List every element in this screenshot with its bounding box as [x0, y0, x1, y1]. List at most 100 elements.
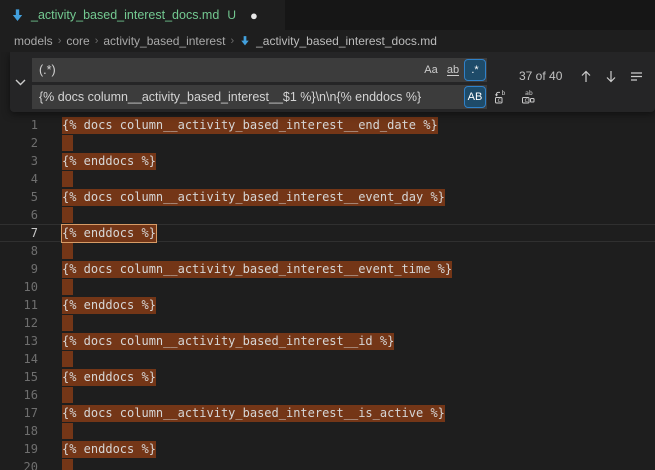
code-line[interactable]: 19 {% enddocs %}	[0, 440, 655, 458]
toggle-replace-button[interactable]	[10, 52, 30, 112]
find-nav-buttons	[576, 66, 655, 86]
line-number[interactable]: 4	[0, 172, 48, 186]
replace-options: AB	[465, 87, 485, 107]
match-highlight-text: {% docs column__activity_based_interest_…	[62, 189, 445, 206]
line-number[interactable]: 10	[0, 280, 48, 294]
selection-lines-icon	[630, 71, 643, 82]
empty-match-highlight	[62, 423, 73, 439]
code-line[interactable]: 8	[0, 242, 655, 260]
code-line[interactable]: 3 {% enddocs %}	[0, 152, 655, 170]
line-number[interactable]: 3	[0, 154, 48, 168]
markdown-file-icon	[10, 8, 25, 23]
replace-all-button[interactable]: ab c	[517, 86, 539, 108]
line-number[interactable]: 1	[0, 118, 48, 132]
replace-input-box: AB	[32, 85, 487, 109]
regex-toggle[interactable]: .*	[465, 60, 485, 80]
match-count: 37 of 40	[519, 64, 562, 88]
breadcrumb-markdown-icon	[239, 35, 251, 47]
code-line[interactable]: 1 {% docs column__activity_based_interest…	[0, 116, 655, 134]
empty-match-highlight	[62, 459, 73, 470]
line-number[interactable]: 6	[0, 208, 48, 222]
empty-match-highlight	[62, 207, 73, 223]
close-find-button[interactable]	[651, 66, 655, 86]
arrow-down-icon	[605, 70, 617, 83]
line-number[interactable]: 12	[0, 316, 48, 330]
code-line[interactable]: 2	[0, 134, 655, 152]
match-highlight-text: {% docs column__activity_based_interest_…	[62, 261, 452, 278]
code-line[interactable]: 6	[0, 206, 655, 224]
tab-filename: _activity_based_interest_docs.md	[31, 8, 219, 22]
line-number[interactable]: 7	[0, 226, 48, 240]
match-highlight-text: {% enddocs %}	[62, 153, 156, 170]
line-number[interactable]: 16	[0, 388, 48, 402]
code-line[interactable]: 11{% enddocs %}	[0, 296, 655, 314]
empty-match-highlight	[62, 243, 73, 259]
previous-match-button[interactable]	[576, 66, 596, 86]
match-case-toggle[interactable]: Aa	[421, 60, 441, 80]
code-line[interactable]: 18	[0, 422, 655, 440]
replace-row: AB	[32, 85, 487, 109]
line-number[interactable]: 8	[0, 244, 48, 258]
tab-bar: _activity_based_interest_docs.md U ●	[0, 0, 655, 30]
breadcrumb-separator: ›	[230, 35, 234, 47]
code-line[interactable]: 16	[0, 386, 655, 404]
chevron-down-icon	[15, 79, 26, 86]
code-line[interactable]: 5 {% docs column__activity_based_interest…	[0, 188, 655, 206]
breadcrumb-item-core[interactable]: core	[66, 34, 89, 48]
svg-text:b: b	[502, 89, 506, 97]
find-options: Aa ab .*	[421, 60, 485, 80]
code-line[interactable]: 10	[0, 278, 655, 296]
find-input[interactable]	[32, 58, 487, 82]
line-number[interactable]: 14	[0, 352, 48, 366]
code-line[interactable]: 4	[0, 170, 655, 188]
preserve-case-toggle[interactable]: AB	[465, 87, 485, 107]
match-highlight-text: {% enddocs %}	[62, 441, 156, 458]
replace-icon: b c	[492, 89, 508, 105]
breadcrumb-separator: ›	[95, 35, 99, 47]
empty-match-highlight	[62, 279, 73, 295]
breadcrumb-item-models[interactable]: models	[14, 34, 53, 48]
replace-all-icon: ab c	[520, 89, 536, 105]
line-number[interactable]: 11	[0, 298, 48, 312]
code-line[interactable]: 17 {% docs column__activity_based_interes…	[0, 404, 655, 422]
line-number[interactable]: 2	[0, 136, 48, 150]
empty-match-highlight	[62, 171, 73, 187]
code-line[interactable]: 14	[0, 350, 655, 368]
match-highlight-text: {% docs column__activity_based_interest_…	[62, 405, 445, 422]
svg-text:c: c	[497, 96, 501, 104]
find-in-selection-button[interactable]	[626, 66, 646, 86]
line-number[interactable]: 13	[0, 334, 48, 348]
replace-input[interactable]	[32, 85, 487, 109]
line-number[interactable]: 18	[0, 424, 48, 438]
line-number[interactable]: 17	[0, 406, 48, 420]
empty-match-highlight	[62, 135, 73, 151]
match-highlight-text: {% enddocs %}	[62, 369, 156, 386]
code-line[interactable]: 13{% docs column__activity_based_interes…	[0, 332, 655, 350]
editor-pane: Aa ab .* 37 of 40	[0, 52, 655, 470]
code-line[interactable]: 7 {% enddocs %}	[0, 224, 655, 242]
editor-tab[interactable]: _activity_based_interest_docs.md U ●	[0, 0, 285, 30]
line-number[interactable]: 19	[0, 442, 48, 456]
code-line[interactable]: 9 {% docs column__activity_based_interest…	[0, 260, 655, 278]
line-number[interactable]: 9	[0, 262, 48, 276]
modified-dot-icon[interactable]: ●	[250, 9, 258, 22]
line-number[interactable]: 15	[0, 370, 48, 384]
code-line[interactable]: 20	[0, 458, 655, 470]
code-line[interactable]: 15 {% enddocs %}	[0, 368, 655, 386]
find-row: Aa ab .* 37 of 40	[32, 58, 487, 82]
preserve-case-icon: AB	[468, 91, 483, 103]
code-area: 1 {% docs column__activity_based_interest…	[0, 52, 655, 470]
find-replace-widget: Aa ab .* 37 of 40	[10, 52, 655, 112]
breadcrumb-item-activity_based_interest[interactable]: activity_based_interest	[103, 34, 225, 48]
match-highlight-text: {% enddocs %}	[62, 225, 156, 242]
code-line[interactable]: 12	[0, 314, 655, 332]
svg-text:c: c	[524, 96, 528, 104]
match-highlight-text: {% docs column__activity_based_interest_…	[62, 117, 438, 134]
regex-icon: .*	[471, 64, 478, 76]
breadcrumb-file[interactable]: _activity_based_interest_docs.md	[256, 34, 437, 48]
replace-button[interactable]: b c	[489, 86, 511, 108]
line-number[interactable]: 5	[0, 190, 48, 204]
line-number[interactable]: 20	[0, 460, 48, 470]
whole-word-toggle[interactable]: ab	[443, 60, 463, 80]
next-match-button[interactable]	[601, 66, 621, 86]
